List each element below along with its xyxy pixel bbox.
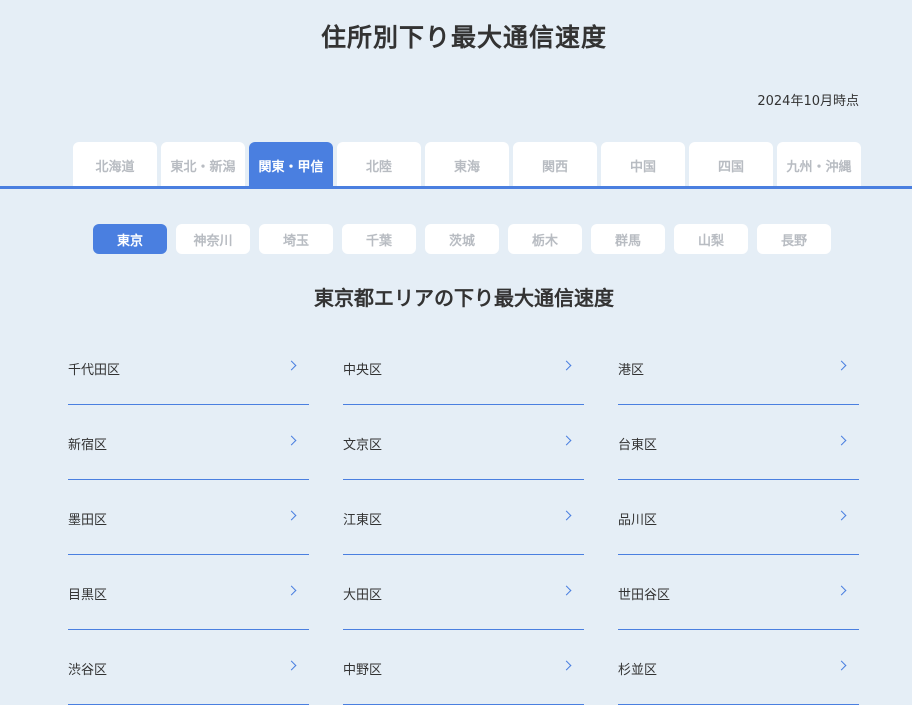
tab-tohoku-niigata[interactable]: 東北・新潟 — [161, 142, 245, 188]
ward-link-nakano[interactable]: 中野区 — [343, 630, 584, 705]
pref-tab-kanagawa[interactable]: 神奈川 — [176, 224, 250, 254]
ward-link-suginami[interactable]: 杉並区 — [618, 630, 859, 705]
ward-label: 文京区 — [343, 438, 383, 453]
tab-tokai[interactable]: 東海 — [425, 142, 509, 188]
prefecture-tabs: 東京 神奈川 埼玉 千葉 茨城 栃木 群馬 山梨 長野 — [93, 224, 831, 254]
chevron-right-icon — [286, 360, 297, 371]
chevron-right-icon — [561, 360, 572, 371]
tab-kansai[interactable]: 関西 — [513, 142, 597, 188]
ward-list: 千代田区 中央区 港区 新宿区 文京区 台東区 墨田区 江東区 品川区 目黒区 … — [68, 330, 859, 705]
pref-tab-nagano[interactable]: 長野 — [757, 224, 831, 254]
as-of-date: 2024年10月時点 — [757, 94, 859, 109]
ward-link-setagaya[interactable]: 世田谷区 — [618, 555, 859, 630]
ward-link-minato[interactable]: 港区 — [618, 330, 859, 405]
pref-tab-saitama[interactable]: 埼玉 — [259, 224, 333, 254]
chevron-right-icon — [286, 585, 297, 596]
ward-label: 墨田区 — [68, 513, 108, 528]
ward-label: 中野区 — [343, 663, 383, 678]
ward-link-taito[interactable]: 台東区 — [618, 405, 859, 480]
chevron-right-icon — [561, 585, 572, 596]
page-title: 住所別下り最大通信速度 — [320, 23, 607, 52]
chevron-right-icon — [561, 660, 572, 671]
ward-link-bunkyo[interactable]: 文京区 — [343, 405, 584, 480]
section-title: 東京都エリアの下り最大通信速度 — [314, 286, 614, 310]
ward-label: 渋谷区 — [68, 663, 108, 678]
tab-hokkaido[interactable]: 北海道 — [73, 142, 157, 188]
chevron-right-icon — [286, 435, 297, 446]
pref-tab-gunma[interactable]: 群馬 — [591, 224, 665, 254]
ward-link-shinagawa[interactable]: 品川区 — [618, 480, 859, 555]
ward-link-sumida[interactable]: 墨田区 — [68, 480, 309, 555]
chevron-right-icon — [561, 435, 572, 446]
chevron-right-icon — [836, 660, 847, 671]
ward-link-koto[interactable]: 江東区 — [343, 480, 584, 555]
chevron-right-icon — [836, 585, 847, 596]
ward-label: 江東区 — [343, 513, 383, 528]
pref-tab-yamanashi[interactable]: 山梨 — [674, 224, 748, 254]
chevron-right-icon — [836, 510, 847, 521]
pref-tab-chiba[interactable]: 千葉 — [342, 224, 416, 254]
ward-label: 千代田区 — [68, 363, 121, 378]
ward-label: 中央区 — [343, 363, 383, 378]
ward-link-shinjuku[interactable]: 新宿区 — [68, 405, 309, 480]
ward-link-ota[interactable]: 大田区 — [343, 555, 584, 630]
chevron-right-icon — [561, 510, 572, 521]
tab-hokuriku[interactable]: 北陸 — [337, 142, 421, 188]
ward-label: 大田区 — [343, 588, 383, 603]
ward-label: 港区 — [618, 363, 645, 378]
ward-link-shibuya[interactable]: 渋谷区 — [68, 630, 309, 705]
ward-label: 杉並区 — [618, 663, 658, 678]
ward-link-chiyoda[interactable]: 千代田区 — [68, 330, 309, 405]
pref-tab-tochigi[interactable]: 栃木 — [508, 224, 582, 254]
pref-tab-ibaraki[interactable]: 茨城 — [425, 224, 499, 254]
chevron-right-icon — [286, 510, 297, 521]
ward-link-meguro[interactable]: 目黒区 — [68, 555, 309, 630]
ward-link-chuo[interactable]: 中央区 — [343, 330, 584, 405]
ward-label: 品川区 — [618, 513, 658, 528]
tab-chugoku[interactable]: 中国 — [601, 142, 685, 188]
tab-kanto-koshin[interactable]: 関東・甲信 — [249, 142, 333, 188]
region-tabs: 北海道 東北・新潟 関東・甲信 北陸 東海 関西 中国 四国 九州・沖縄 — [73, 142, 861, 188]
region-tabs-underline — [0, 186, 912, 189]
ward-label: 新宿区 — [68, 438, 108, 453]
pref-tab-tokyo[interactable]: 東京 — [93, 224, 167, 254]
ward-label: 目黒区 — [68, 588, 108, 603]
chevron-right-icon — [836, 360, 847, 371]
chevron-right-icon — [836, 435, 847, 446]
ward-label: 台東区 — [618, 438, 658, 453]
tab-kyushu-okinawa[interactable]: 九州・沖縄 — [777, 142, 861, 188]
tab-shikoku[interactable]: 四国 — [689, 142, 773, 188]
ward-label: 世田谷区 — [618, 588, 671, 603]
chevron-right-icon — [286, 660, 297, 671]
